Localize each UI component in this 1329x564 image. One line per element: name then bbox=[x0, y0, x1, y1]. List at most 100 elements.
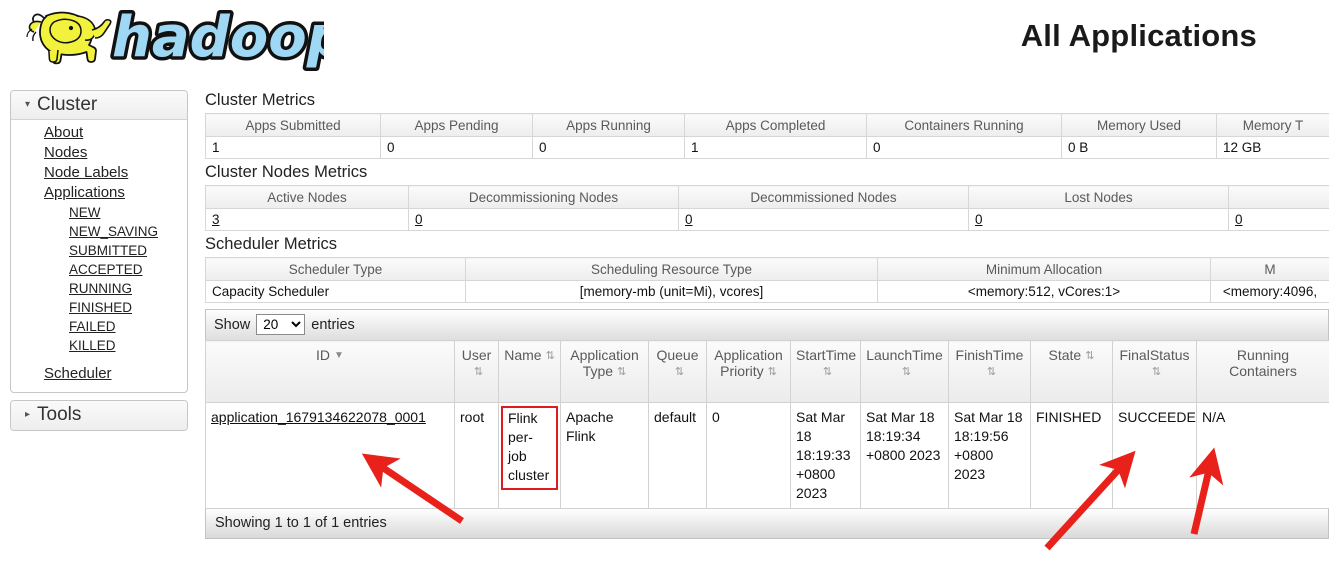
cell-state: FINISHED bbox=[1030, 402, 1113, 509]
val-apps-completed: 1 bbox=[684, 136, 867, 159]
col-queue-label: Queue bbox=[656, 347, 699, 363]
val-decommissioned-nodes[interactable]: 0 bbox=[685, 212, 693, 227]
sidebar-cluster-body: About Nodes Node Labels Applications NEW… bbox=[11, 120, 187, 392]
svg-text:hadoop: hadoop bbox=[112, 5, 324, 70]
application-id-link[interactable]: application_1679134622078_0001 bbox=[211, 409, 426, 425]
sort-both-icon: ⇅ bbox=[473, 365, 484, 378]
datatable-length-bar: Show 20 50 100 entries bbox=[205, 309, 1329, 340]
sidebar-cluster-label: Cluster bbox=[37, 93, 98, 115]
sidebar-section-tools[interactable]: ▸ Tools bbox=[10, 400, 188, 431]
cluster-nodes-value-row: 3 0 0 0 0 bbox=[205, 208, 1329, 231]
val-apps-pending: 0 bbox=[380, 136, 533, 159]
sidebar-item-accepted[interactable]: ACCEPTED bbox=[11, 260, 187, 279]
col-apps-pending[interactable]: Apps Pending bbox=[380, 113, 533, 137]
col-finish-time[interactable]: FinishTime ⇅ bbox=[948, 340, 1031, 403]
yarn-resourcemanager-page: hadoop hadoop All Applications ▾ Cluster… bbox=[0, 0, 1329, 564]
sort-both-icon: ⇅ bbox=[1085, 349, 1095, 362]
sidebar-section-cluster: ▾ Cluster About Nodes Node Labels Applic… bbox=[10, 90, 188, 393]
sidebar-item-failed[interactable]: FAILED bbox=[11, 317, 187, 336]
col-decommissioning-nodes[interactable]: Decommissioning Nodes bbox=[408, 185, 679, 209]
scheduler-metrics-value-row: Capacity Scheduler [memory-mb (unit=Mi),… bbox=[205, 280, 1329, 303]
page-size-select[interactable]: 20 50 100 bbox=[256, 314, 306, 335]
col-queue[interactable]: Queue ⇅ bbox=[648, 340, 707, 403]
col-start-time[interactable]: StartTime ⇅ bbox=[790, 340, 861, 403]
page-title: All Applications bbox=[1020, 18, 1257, 53]
val-memory-used: 0 B bbox=[1061, 136, 1217, 159]
col-user-label: User bbox=[461, 347, 492, 363]
page-header: hadoop hadoop All Applications bbox=[0, 0, 1329, 86]
hadoop-logo[interactable]: hadoop hadoop bbox=[14, 2, 324, 74]
sort-desc-icon: ▼ bbox=[334, 350, 344, 362]
col-state-label: State bbox=[1048, 347, 1082, 363]
sidebar-item-killed[interactable]: KILLED bbox=[11, 336, 187, 355]
sidebar-item-finished[interactable]: FINISHED bbox=[11, 298, 187, 317]
cluster-nodes-header-row: Active Nodes Decommissioning Nodes Decom… bbox=[205, 185, 1329, 209]
col-id[interactable]: ID ▼ bbox=[205, 340, 455, 403]
cell-running-containers: N/A bbox=[1196, 402, 1329, 509]
sidebar-item-new-saving[interactable]: NEW_SAVING bbox=[11, 222, 187, 241]
datatable-info: Showing 1 to 1 of 1 entries bbox=[205, 509, 1329, 539]
sidebar-item-submitted[interactable]: SUBMITTED bbox=[11, 241, 187, 260]
val-unhealthy-nodes[interactable]: 0 bbox=[1235, 212, 1243, 227]
val-lost-nodes[interactable]: 0 bbox=[975, 212, 983, 227]
col-scheduling-resource-type[interactable]: Scheduling Resource Type bbox=[465, 257, 878, 281]
cluster-metrics-title: Cluster Metrics bbox=[205, 91, 316, 109]
col-containers-running[interactable]: Containers Running bbox=[866, 113, 1062, 137]
col-maximum-allocation[interactable]: M bbox=[1210, 257, 1329, 281]
col-application-priority[interactable]: Application Priority ⇅ bbox=[706, 340, 791, 403]
cell-final-status: SUCCEEDED bbox=[1112, 402, 1197, 509]
cell-application-type: Apache Flink bbox=[560, 402, 649, 509]
sidebar-item-scheduler[interactable]: Scheduler bbox=[11, 364, 187, 384]
col-scheduler-type[interactable]: Scheduler Type bbox=[205, 257, 466, 281]
cell-id: application_1679134622078_0001 bbox=[205, 402, 455, 509]
cluster-metrics-table: Apps Submitted Apps Pending Apps Running… bbox=[205, 113, 1329, 159]
col-final-status[interactable]: FinalStatus ⇅ bbox=[1112, 340, 1197, 403]
main-content: Cluster Metrics Apps Submitted Apps Pend… bbox=[205, 90, 1329, 539]
col-running-containers[interactable]: Running Containers bbox=[1196, 340, 1329, 403]
name-highlight-box: Flink per-job cluster bbox=[501, 406, 559, 490]
col-application-type[interactable]: Application Type ⇅ bbox=[560, 340, 649, 403]
cell-name: Flink per-job cluster bbox=[498, 402, 561, 509]
col-apps-running[interactable]: Apps Running bbox=[532, 113, 685, 137]
sidebar-item-nodes[interactable]: Nodes bbox=[11, 143, 187, 163]
cluster-nodes-metrics-title: Cluster Nodes Metrics bbox=[205, 163, 368, 181]
col-launch-time[interactable]: LaunchTime ⇅ bbox=[860, 340, 949, 403]
cell-user: root bbox=[454, 402, 499, 509]
val-decommissioned-nodes-cell: 0 bbox=[678, 208, 969, 231]
col-memory-used[interactable]: Memory Used bbox=[1061, 113, 1217, 137]
col-active-nodes[interactable]: Active Nodes bbox=[205, 185, 409, 209]
col-apps-submitted[interactable]: Apps Submitted bbox=[205, 113, 381, 137]
col-name-label: Name bbox=[504, 347, 542, 363]
sort-both-icon: ⇅ bbox=[986, 365, 997, 378]
col-memory-total[interactable]: Memory T bbox=[1216, 113, 1329, 137]
col-running-containers-label: Running Containers bbox=[1229, 347, 1297, 379]
col-state[interactable]: State ⇅ bbox=[1030, 340, 1113, 403]
val-active-nodes-cell: 3 bbox=[205, 208, 409, 231]
applications-datatable: Show 20 50 100 entries ID▼ bbox=[205, 309, 1329, 539]
val-active-nodes[interactable]: 3 bbox=[212, 212, 220, 227]
sidebar-cluster-header[interactable]: ▾ Cluster bbox=[11, 91, 187, 120]
sidebar-tools-header[interactable]: ▸ Tools bbox=[11, 401, 187, 430]
sidebar-item-new[interactable]: NEW bbox=[11, 203, 187, 222]
scheduler-metrics-header-row: Scheduler Type Scheduling Resource Type … bbox=[205, 257, 1329, 281]
col-name[interactable]: Name ⇅ bbox=[498, 340, 561, 403]
col-minimum-allocation[interactable]: Minimum Allocation bbox=[877, 257, 1211, 281]
col-unhealthy-nodes[interactable] bbox=[1228, 185, 1329, 209]
val-minimum-allocation: <memory:512, vCores:1> bbox=[877, 280, 1211, 303]
sidebar-item-node-labels[interactable]: Node Labels bbox=[11, 163, 187, 183]
val-apps-running: 0 bbox=[532, 136, 685, 159]
col-apps-completed[interactable]: Apps Completed bbox=[684, 113, 867, 137]
col-user[interactable]: User ⇅ bbox=[454, 340, 499, 403]
val-scheduling-resource-type: [memory-mb (unit=Mi), vcores] bbox=[465, 280, 878, 303]
sidebar-item-about[interactable]: About bbox=[11, 123, 187, 143]
sort-both-icon: ⇅ bbox=[1151, 365, 1162, 378]
val-lost-nodes-cell: 0 bbox=[968, 208, 1229, 231]
sidebar-item-applications[interactable]: Applications bbox=[11, 183, 187, 203]
val-memory-total: 12 GB bbox=[1216, 136, 1329, 159]
col-lost-nodes[interactable]: Lost Nodes bbox=[968, 185, 1229, 209]
col-decommissioned-nodes[interactable]: Decommissioned Nodes bbox=[678, 185, 969, 209]
sidebar-item-running[interactable]: RUNNING bbox=[11, 279, 187, 298]
val-decommissioning-nodes[interactable]: 0 bbox=[415, 212, 423, 227]
cluster-nodes-metrics-table: Active Nodes Decommissioning Nodes Decom… bbox=[205, 185, 1329, 231]
